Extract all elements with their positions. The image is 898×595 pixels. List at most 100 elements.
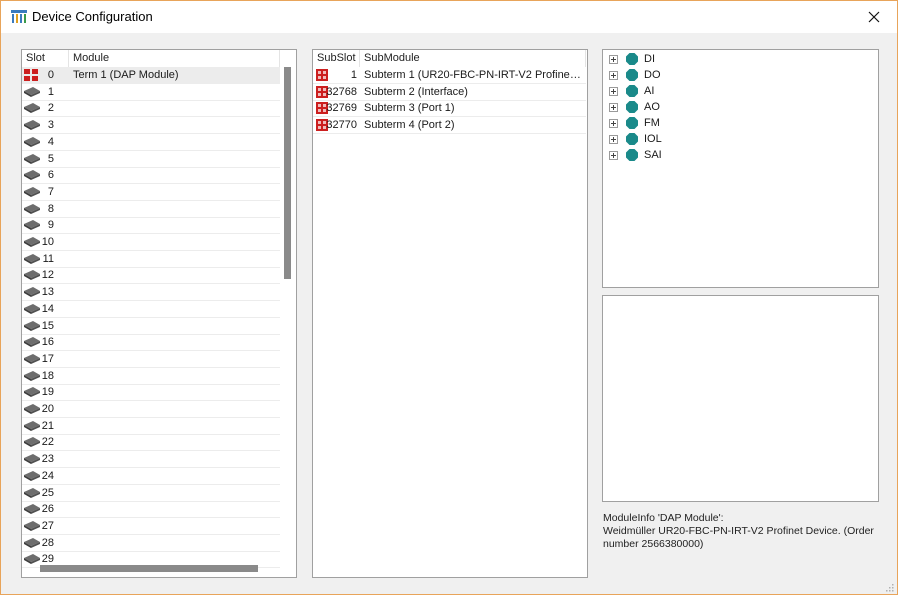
slot-row[interactable]: 23: [22, 451, 280, 469]
slot-number: 4: [47, 135, 54, 148]
slot-number: 25: [41, 486, 54, 499]
module-column-header[interactable]: Module: [69, 50, 280, 67]
module-info-title: ModuleInfo 'DAP Module':: [603, 512, 724, 524]
slot-row[interactable]: 24: [22, 468, 280, 485]
slot-row[interactable]: 9: [22, 217, 280, 235]
slot-row[interactable]: 14: [22, 301, 280, 318]
expand-plus-icon[interactable]: [609, 119, 618, 128]
slot-row[interactable]: 22: [22, 434, 280, 452]
title-bar[interactable]: Device Configuration: [1, 1, 897, 33]
slot-row[interactable]: 1: [22, 84, 280, 101]
tree-node-fm[interactable]: FM: [609, 115, 809, 131]
module-name: [73, 251, 273, 267]
slot-row[interactable]: 11: [22, 251, 280, 268]
module-name: [73, 84, 273, 100]
slots-list[interactable]: Slot Module 0 Term 1 (DAP Module) 1 2 3 4 5 6 7 8…: [21, 49, 297, 578]
category-node-icon: [626, 85, 638, 97]
slot-row[interactable]: 26: [22, 501, 280, 519]
tree-node-ao[interactable]: AO: [609, 99, 809, 115]
subslot-number: 1: [350, 69, 357, 81]
tree-node-di[interactable]: DI: [609, 51, 809, 67]
app-icon: [11, 10, 27, 23]
slot-row[interactable]: 17: [22, 351, 280, 368]
category-node-icon: [626, 69, 638, 81]
slot-number: 0: [47, 69, 54, 81]
submodule-name: Subterm 1 (UR20-FBC-PN-IRT-V2 Profinet .…: [364, 69, 582, 81]
submodule-name: Subterm 2 (Interface): [364, 85, 468, 98]
slot-number: 20: [41, 403, 54, 415]
expand-plus-icon[interactable]: [609, 151, 618, 160]
module-properties-panel[interactable]: [602, 295, 879, 502]
module-name: [73, 318, 273, 334]
slot-row[interactable]: 18: [22, 368, 280, 385]
slot-row[interactable]: 19: [22, 384, 280, 402]
slot-row[interactable]: 13: [22, 284, 280, 302]
slot-row[interactable]: 0 Term 1 (DAP Module): [22, 67, 280, 84]
tree-node-sai[interactable]: SAI: [609, 147, 809, 163]
tree-node-iol[interactable]: IOL: [609, 131, 809, 147]
slot-number: 12: [41, 269, 54, 282]
slot-row[interactable]: 8: [22, 201, 280, 218]
module-info-description: Weidmüller UR20-FBC-PN-IRT-V2 Profinet D…: [603, 525, 874, 550]
slot-number: 28: [41, 536, 54, 549]
expand-plus-icon[interactable]: [609, 103, 618, 112]
slot-row[interactable]: 20: [22, 401, 280, 418]
module-name: [73, 468, 273, 484]
slot-row[interactable]: 2: [22, 100, 280, 118]
slot-row[interactable]: 10: [22, 234, 280, 251]
slot-number: 18: [41, 369, 54, 382]
expand-plus-icon[interactable]: [609, 55, 618, 64]
subslots-list[interactable]: SubSlot SubModule 1 Subterm 1 (UR20-FBC-P…: [312, 49, 588, 578]
module-name: [73, 184, 273, 200]
slot-row[interactable]: 16: [22, 334, 280, 352]
submodule-name: Subterm 3 (Port 1): [364, 102, 455, 115]
module-name: [73, 117, 273, 133]
close-button[interactable]: [851, 1, 897, 33]
subslot-row[interactable]: 1 Subterm 1 (UR20-FBC-PN-IRT-V2 Profinet …: [313, 67, 586, 84]
module-name: [73, 217, 273, 233]
slot-number: 11: [42, 252, 54, 265]
vertical-scrollbar-thumb[interactable]: [284, 67, 291, 279]
horizontal-scrollbar-thumb[interactable]: [40, 565, 258, 572]
subslot-row[interactable]: 32768 Subterm 2 (Interface): [313, 84, 586, 101]
category-node-icon: [626, 133, 638, 145]
category-node-icon: [626, 53, 638, 65]
module-name: [73, 167, 273, 183]
slot-column-header[interactable]: Slot: [22, 50, 69, 67]
slot-row[interactable]: 7: [22, 184, 280, 201]
tree-node-label: DO: [644, 69, 661, 81]
tree-node-do[interactable]: DO: [609, 67, 809, 83]
tree-node-ai[interactable]: AI: [609, 83, 809, 99]
subslot-column-header[interactable]: SubSlot: [313, 50, 360, 67]
module-name: [73, 518, 273, 534]
module-name: [73, 368, 273, 384]
slot-row[interactable]: 4: [22, 134, 280, 151]
submodule-column-header[interactable]: SubModule: [360, 50, 586, 67]
module-catalog-tree[interactable]: DI DO AI AO FM IOL SAI: [602, 49, 879, 288]
close-icon: [868, 11, 880, 23]
expand-plus-icon[interactable]: [609, 71, 618, 80]
module-name: [73, 351, 273, 367]
subslot-row[interactable]: 32770 Subterm 4 (Port 2): [313, 117, 586, 135]
slot-row[interactable]: 21: [22, 418, 280, 435]
resize-grip-icon[interactable]: [886, 584, 894, 592]
module-name: [73, 451, 273, 467]
expand-plus-icon[interactable]: [609, 135, 618, 144]
slot-number: 26: [41, 503, 54, 516]
slot-row[interactable]: 15: [22, 318, 280, 335]
slot-row[interactable]: 25: [22, 485, 280, 502]
subslot-row[interactable]: 32769 Subterm 3 (Port 1): [313, 100, 586, 118]
slot-row[interactable]: 27: [22, 518, 280, 535]
slot-number: 14: [41, 302, 54, 315]
module-name: [73, 434, 273, 450]
module-info-text: ModuleInfo 'DAP Module': Weidmüller UR20…: [603, 512, 878, 578]
slot-row[interactable]: 3: [22, 117, 280, 135]
expand-plus-icon[interactable]: [609, 87, 618, 96]
slot-row[interactable]: 5: [22, 151, 280, 168]
slot-row[interactable]: 12: [22, 267, 280, 285]
slot-number: 13: [41, 286, 54, 299]
module-name: [73, 201, 273, 217]
subslot-number: 32770: [326, 119, 357, 132]
slot-row[interactable]: 6: [22, 167, 280, 185]
slot-row[interactable]: 28: [22, 535, 280, 552]
